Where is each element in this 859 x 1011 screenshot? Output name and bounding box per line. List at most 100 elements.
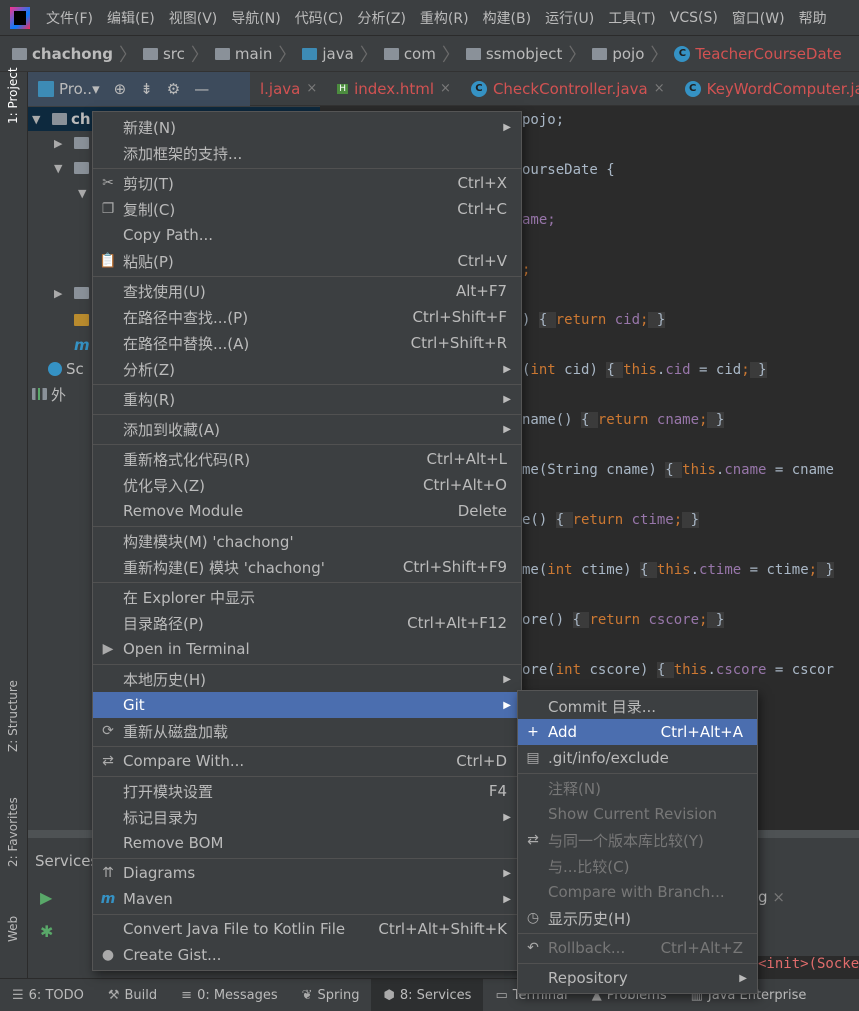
debug-icon[interactable]: ✱ xyxy=(40,922,53,941)
menu-5[interactable]: 分析(Z) xyxy=(351,8,414,28)
menu-item-remove-bom[interactable]: Remove BOM xyxy=(93,830,521,856)
menu-item-open-in-terminal[interactable]: ▶ Open in Terminal xyxy=(93,636,521,662)
menu-item-label: Repository xyxy=(548,969,628,987)
menu-item-item-35[interactable]: 标记目录为 ▶ xyxy=(93,804,521,830)
menu-item-repository[interactable]: Repository ▶ xyxy=(518,965,757,991)
breadcrumb-item[interactable]: java xyxy=(302,45,354,63)
menu-item-r[interactable]: 重构(R) ▶ xyxy=(93,386,521,412)
breadcrumb-item[interactable]: chachong xyxy=(12,45,113,63)
tree-node[interactable] xyxy=(74,308,89,332)
expand-arrow-icon[interactable]: ▼ xyxy=(54,162,74,175)
run-icon[interactable]: ▶ xyxy=(40,888,52,907)
tree-node[interactable]: ▼ xyxy=(54,156,89,180)
breadcrumb-item[interactable]: pojo xyxy=(592,45,644,63)
menu-2[interactable]: 视图(V) xyxy=(163,8,226,28)
menu-item-commit[interactable]: Commit 目录... xyxy=(518,693,757,719)
menu-item-item-30[interactable]: ⟳ 重新从磁盘加载 xyxy=(93,718,521,744)
code-token: cname xyxy=(656,411,700,428)
menu-item-git[interactable]: Git ▶ xyxy=(93,692,521,718)
hide-icon[interactable]: — xyxy=(194,80,209,98)
menu-item-copy-path[interactable]: Copy Path... xyxy=(93,222,521,248)
menu-item-item-34[interactable]: 打开模块设置 F4 xyxy=(93,778,521,804)
menu-1[interactable]: 编辑(E) xyxy=(101,8,163,28)
menu-item-u[interactable]: 查找使用(U) Alt+F7 xyxy=(93,278,521,304)
collapse-arrow-icon[interactable]: ▶ xyxy=(54,287,74,300)
menu-item-z[interactable]: 优化导入(Z) Ctrl+Alt+O xyxy=(93,472,521,498)
menu-10[interactable]: VCS(S) xyxy=(664,10,726,26)
menu-item-m-chachong[interactable]: 构建模块(M) 'chachong' xyxy=(93,528,521,554)
collapse-arrow-icon[interactable]: ▶ xyxy=(54,137,74,150)
breadcrumb-item[interactable]: main xyxy=(214,45,272,63)
menu-item-compare-with[interactable]: ⇄ Compare With... Ctrl+D xyxy=(93,748,521,774)
menu-item-a[interactable]: 在路径中替换...(A) Ctrl+Shift+R xyxy=(93,330,521,356)
menu-item-h[interactable]: 本地历史(H) ▶ xyxy=(93,666,521,692)
tree-node[interactable]: m xyxy=(74,333,90,357)
menu-item-p[interactable]: 在路径中查找...(P) Ctrl+Shift+F xyxy=(93,304,521,330)
menu-9[interactable]: 工具(T) xyxy=(602,8,663,28)
favorites-tool-button[interactable]: 2: Favorites xyxy=(6,797,20,867)
menu-0[interactable]: 文件(F) xyxy=(40,8,101,28)
menu-item-explorer[interactable]: 在 Explorer 中显示 xyxy=(93,584,521,610)
bottom-tab-3[interactable]: ❦ Spring xyxy=(290,979,372,1011)
menu-item-item-1[interactable]: 添加框架的支持... xyxy=(93,140,521,166)
menu-item-a[interactable]: 添加到收藏(A) ▶ xyxy=(93,416,521,442)
menu-item-convert-java-file-to-kotlin-file[interactable]: Convert Java File to Kotlin File Ctrl+Alt… xyxy=(93,916,521,942)
menu-item-r[interactable]: 重新格式化代码(R) Ctrl+Alt+L xyxy=(93,446,521,472)
expand-arrow-icon[interactable]: ▼ xyxy=(32,113,52,126)
bottom-tab-2[interactable]: ≡ 0: Messages xyxy=(169,979,289,1011)
project-tool-button[interactable]: 1: Project xyxy=(6,67,20,124)
menu-item-z[interactable]: 分析(Z) ▶ xyxy=(93,356,521,382)
menu-item-n[interactable]: 新建(N) ▶ xyxy=(93,114,521,140)
service-tab-fragment[interactable]: g × xyxy=(758,888,785,906)
menu-6[interactable]: 重构(R) xyxy=(414,8,477,28)
breadcrumb-item[interactable]: C TeacherCourseDate xyxy=(674,45,842,63)
editor-tab[interactable]: C CheckController.java × xyxy=(461,80,675,98)
editor-tab[interactable]: CKeyWordComputer.ja× xyxy=(675,80,859,98)
close-icon[interactable]: × xyxy=(772,888,785,906)
menu-item-remove-module[interactable]: Remove Module Delete xyxy=(93,498,521,524)
menu-7[interactable]: 构建(B) xyxy=(477,8,540,28)
menu-item-p[interactable]: 目录路径(P) Ctrl+Alt+F12 xyxy=(93,610,521,636)
menu-3[interactable]: 导航(N) xyxy=(225,8,288,28)
tree-node[interactable]: ▶ xyxy=(54,281,89,305)
tree-node[interactable]: ▶ xyxy=(54,131,89,155)
menu-item-e-chachong[interactable]: 重新构建(E) 模块 'chachong' Ctrl+Shift+F9 xyxy=(93,554,521,580)
project-view-dropdown[interactable]: Pro..▾ xyxy=(38,80,100,98)
menu-item-maven[interactable]: m Maven ▶ xyxy=(93,886,521,912)
breadcrumb-item[interactable]: ssmobject xyxy=(465,45,562,63)
chevron-right-icon: 〉 xyxy=(568,44,587,66)
breadcrumb-item[interactable]: com xyxy=(383,45,436,63)
close-tab-icon[interactable]: × xyxy=(440,81,451,96)
menu-item-add[interactable]: + Add Ctrl+Alt+A xyxy=(518,719,757,745)
menu-12[interactable]: 帮助 xyxy=(793,8,835,28)
tree-node[interactable]: 外 xyxy=(32,382,66,406)
web-tool-button[interactable]: Web xyxy=(6,916,20,942)
menu-item-git-info-exclude[interactable]: ▤ .git/info/exclude xyxy=(518,745,757,771)
menu-item-t[interactable]: ✂ 剪切(T) Ctrl+X xyxy=(93,170,521,196)
menu-item-c[interactable]: ❐ 复制(C) Ctrl+C xyxy=(93,196,521,222)
chevron-right-icon: 〉 xyxy=(118,44,137,66)
menu-item-p[interactable]: 📋 粘贴(P) Ctrl+V xyxy=(93,248,521,274)
menu-11[interactable]: 窗口(W) xyxy=(726,8,793,28)
bottom-tab-4[interactable]: ⬢ 8: Services xyxy=(371,979,484,1011)
code-token: pojo; xyxy=(522,111,565,128)
close-tab-icon[interactable]: × xyxy=(654,81,665,96)
menu-4[interactable]: 代码(C) xyxy=(289,8,352,28)
locate-icon[interactable]: ⊕ xyxy=(114,80,127,98)
collapse-all-icon[interactable]: ⇟ xyxy=(140,80,153,98)
breadcrumb-item[interactable]: src xyxy=(142,45,185,63)
editor-tab[interactable]: l.java × xyxy=(250,80,327,98)
tree-node[interactable]: Sc xyxy=(48,357,84,381)
editor-tab[interactable]: Hindex.html × xyxy=(327,80,461,98)
menu-item-label: 添加到收藏(A) xyxy=(123,420,220,439)
bottom-tab-0[interactable]: ☰ 6: TODO xyxy=(0,979,96,1011)
menu-item-create-gist[interactable]: ● Create Gist... xyxy=(93,942,521,968)
gear-icon[interactable]: ⚙ xyxy=(167,80,180,98)
menu-item-h[interactable]: ◷ 显示历史(H) xyxy=(518,905,757,931)
menu-item-diagrams[interactable]: ⇈ Diagrams ▶ xyxy=(93,860,521,886)
close-tab-icon[interactable]: × xyxy=(306,81,317,96)
bottom-tab-1[interactable]: ⚒ Build xyxy=(96,979,169,1011)
code-token: cscore) xyxy=(589,661,657,678)
structure-tool-button[interactable]: Z: Structure xyxy=(6,680,20,752)
menu-8[interactable]: 运行(U) xyxy=(539,8,602,28)
